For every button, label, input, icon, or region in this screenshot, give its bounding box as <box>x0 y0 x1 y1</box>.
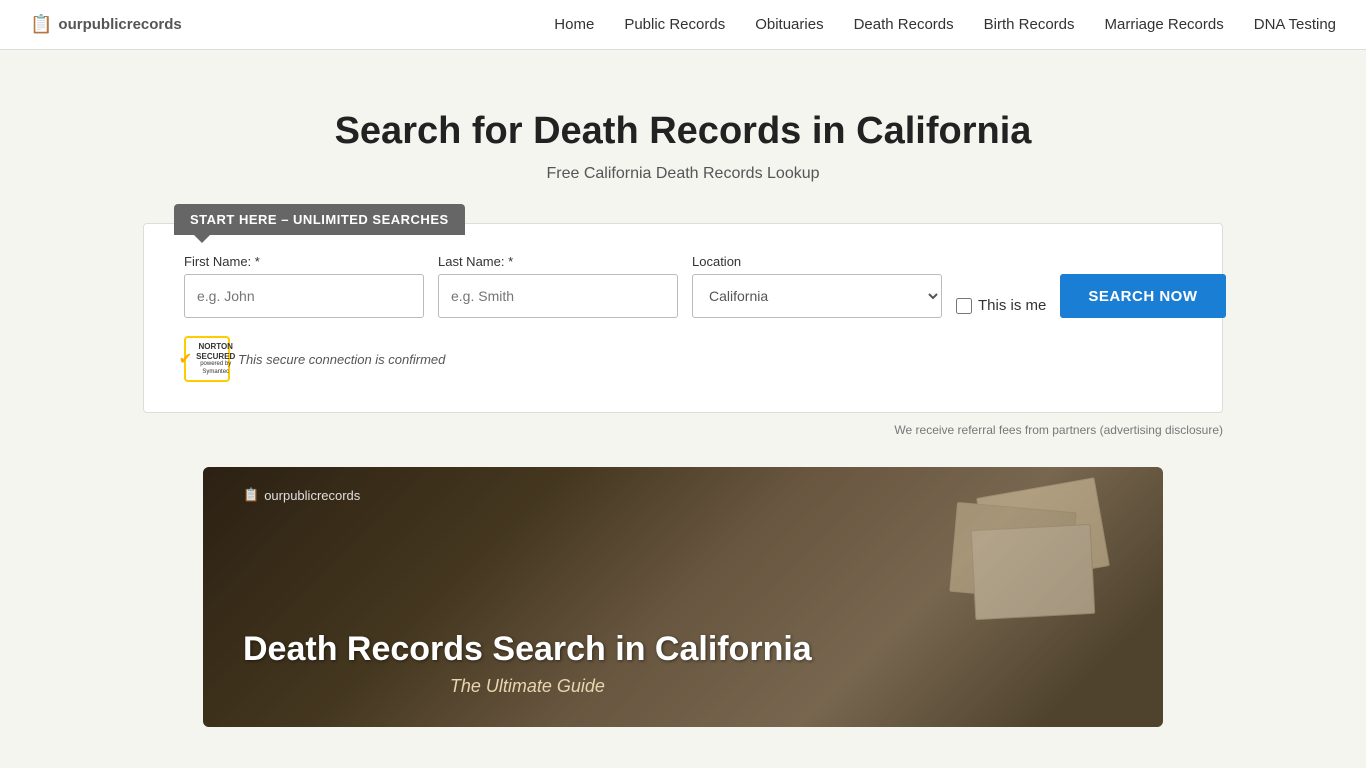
this-is-me-group: This is me <box>956 297 1046 314</box>
norton-area: ✔ NORTON SECURED powered by Symantec Thi… <box>184 336 1182 382</box>
this-is-me-label[interactable]: This is me <box>978 297 1046 314</box>
main-nav: Home Public Records Obituaries Death Rec… <box>554 16 1336 33</box>
nav-dna-testing[interactable]: DNA Testing <box>1254 16 1336 33</box>
page-title: Search for Death Records in California <box>20 110 1346 153</box>
norton-secure-text: This secure connection is confirmed <box>238 352 445 367</box>
last-name-group: Last Name: * <box>438 254 678 318</box>
first-name-group: First Name: * <box>184 254 424 318</box>
banner-subtitle: The Ultimate Guide <box>243 676 812 697</box>
site-header: 📋 ourpublicrecords Home Public Records O… <box>0 0 1366 50</box>
first-name-label: First Name: * <box>184 254 424 269</box>
banner-logo-text: ourpublicrecords <box>264 488 360 503</box>
nav-birth-records[interactable]: Birth Records <box>984 16 1075 33</box>
this-is-me-checkbox[interactable] <box>956 298 972 314</box>
nav-obituaries[interactable]: Obituaries <box>755 16 823 33</box>
logo-icon: 📋 <box>30 14 52 35</box>
banner-logo: 📋 ourpublicrecords <box>243 487 360 503</box>
referral-notice: We receive referral fees from partners (… <box>143 423 1223 437</box>
start-here-badge: START HERE – UNLIMITED SEARCHES <box>174 204 465 235</box>
nav-death-records[interactable]: Death Records <box>854 16 954 33</box>
main-content: Search for Death Records in California F… <box>0 50 1366 727</box>
last-name-input[interactable] <box>438 274 678 318</box>
norton-check-icon: ✔ <box>179 349 192 369</box>
last-name-label: Last Name: * <box>438 254 678 269</box>
search-fields: First Name: * Last Name: * Location All … <box>184 254 1182 318</box>
location-label: Location <box>692 254 942 269</box>
logo-text: ourpublicrecords <box>58 16 181 33</box>
banner-content: Death Records Search in California The U… <box>243 629 812 697</box>
referral-text: We receive referral fees from partners (… <box>894 423 1223 437</box>
site-logo[interactable]: 📋 ourpublicrecords <box>30 14 182 35</box>
search-container: START HERE – UNLIMITED SEARCHES First Na… <box>143 223 1223 413</box>
page-subtitle: Free California Death Records Lookup <box>20 165 1346 183</box>
norton-badge: ✔ NORTON SECURED powered by Symantec <box>184 336 230 382</box>
banner-logo-icon: 📋 <box>243 487 259 503</box>
banner-section: 📋 ourpublicrecords Death Records Search … <box>203 467 1163 727</box>
location-select[interactable]: All States Alabama Alaska Arizona Arkans… <box>692 274 942 318</box>
location-group: Location All States Alabama Alaska Arizo… <box>692 254 942 318</box>
first-name-input[interactable] <box>184 274 424 318</box>
nav-marriage-records[interactable]: Marriage Records <box>1105 16 1224 33</box>
norton-badge-text: NORTON SECURED powered by Symantec <box>196 342 235 376</box>
nav-public-records[interactable]: Public Records <box>624 16 725 33</box>
paper-3 <box>971 524 1096 620</box>
nav-home[interactable]: Home <box>554 16 594 33</box>
banner-title: Death Records Search in California <box>243 629 812 670</box>
search-button[interactable]: SEARCH NOW <box>1060 274 1225 318</box>
